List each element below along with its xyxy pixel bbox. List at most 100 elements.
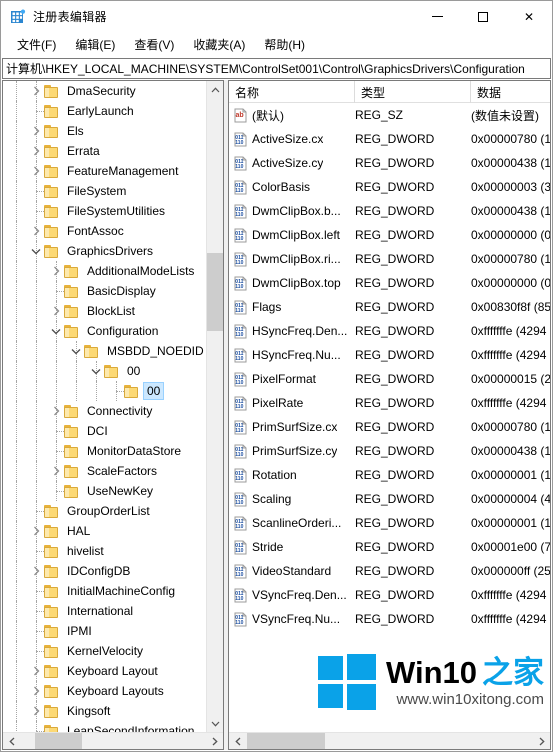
value-row[interactable]: 011 110 PrimSurfSize.cx REG_DWORD 0x00000780… — [229, 415, 550, 439]
value-row[interactable]: 011 110 DwmClipBox.b... REG_DWORD 0x00000438… — [229, 199, 550, 223]
tree-node-grouporderlist[interactable]: GroupOrderList — [3, 501, 206, 521]
tree-node-00[interactable]: 00 — [3, 361, 206, 381]
tree-node-scalefactors[interactable]: ScaleFactors — [3, 461, 206, 481]
tree-node-graphicsdrivers[interactable]: GraphicsDrivers — [3, 241, 206, 261]
value-row[interactable]: 011 110 VSyncFreq.Den... REG_DWORD 0xfffffff… — [229, 583, 550, 607]
values-scroll-right-button[interactable] — [533, 733, 550, 749]
tree-hscroll-thumb[interactable] — [35, 733, 82, 749]
tree-expand-chevron-right-icon[interactable] — [28, 123, 44, 139]
tree-node-featuremanagement[interactable]: FeatureManagement — [3, 161, 206, 181]
tree-node-connectivity[interactable]: Connectivity — [3, 401, 206, 421]
value-row[interactable]: 011 110 ScanlineOrderi... REG_DWORD 0x000000… — [229, 511, 550, 535]
tree-expand-chevron-right-icon[interactable] — [48, 463, 64, 479]
value-row[interactable]: 011 110 PixelFormat REG_DWORD 0x00000015 (2 — [229, 367, 550, 391]
value-row[interactable]: 011 110 DwmClipBox.top REG_DWORD 0x00000000 … — [229, 271, 550, 295]
value-row[interactable]: 011 110 PrimSurfSize.cy REG_DWORD 0x00000438… — [229, 439, 550, 463]
value-row[interactable]: 011 110 ColorBasis REG_DWORD 0x00000003 (3 — [229, 175, 550, 199]
tree-node-errata[interactable]: Errata — [3, 141, 206, 161]
tree-collapse-chevron-down-icon[interactable] — [68, 343, 84, 359]
column-header-type[interactable]: 类型 — [355, 81, 471, 103]
close-button[interactable]: ✕ — [506, 1, 552, 32]
tree-node-blocklist[interactable]: BlockList — [3, 301, 206, 321]
tree-node-filesystem[interactable]: FileSystem — [3, 181, 206, 201]
tree-list[interactable]: DmaSecurity EarlyLaunch Els Errata FeatureMa… — [3, 81, 206, 732]
tree-scroll-up-button[interactable] — [207, 81, 223, 98]
tree-node-kernelvelocity[interactable]: KernelVelocity — [3, 641, 206, 661]
tree-expand-chevron-right-icon[interactable] — [28, 703, 44, 719]
tree-scroll-thumb[interactable] — [207, 253, 223, 331]
value-row[interactable]: 011 110 Rotation REG_DWORD 0x00000001 (1 — [229, 463, 550, 487]
value-row[interactable]: 011 110 HSyncFreq.Nu... REG_DWORD 0xfffffffe… — [229, 343, 550, 367]
tree-expand-chevron-right-icon[interactable] — [28, 683, 44, 699]
value-row[interactable]: 011 110 Flags REG_DWORD 0x00830f8f (85 — [229, 295, 550, 319]
tree-expand-chevron-right-icon[interactable] — [28, 83, 44, 99]
value-row[interactable]: 011 110 VSyncFreq.Nu... REG_DWORD 0xfffffffe… — [229, 607, 550, 631]
tree-scroll-down-button[interactable] — [207, 715, 223, 732]
tree-scroll-left-button[interactable] — [3, 733, 20, 749]
value-row[interactable]: ab (默认) REG_SZ (数值未设置) — [229, 103, 550, 127]
value-row[interactable]: 011 110 Stride REG_DWORD 0x00001e00 (7 — [229, 535, 550, 559]
address-bar[interactable]: 计算机\HKEY_LOCAL_MACHINE\SYSTEM\ControlSet… — [2, 58, 551, 79]
tree-node-dci[interactable]: DCI — [3, 421, 206, 441]
tree-node-ipmi[interactable]: IPMI — [3, 621, 206, 641]
value-row[interactable]: 011 110 PixelRate REG_DWORD 0xfffffffe (4294 — [229, 391, 550, 415]
value-row[interactable]: 011 110 DwmClipBox.ri... REG_DWORD 0x0000078… — [229, 247, 550, 271]
value-row[interactable]: 011 110 DwmClipBox.left REG_DWORD 0x00000000… — [229, 223, 550, 247]
tree-collapse-chevron-down-icon[interactable] — [88, 363, 104, 379]
tree-expand-chevron-right-icon[interactable] — [48, 403, 64, 419]
tree-collapse-chevron-down-icon[interactable] — [48, 323, 64, 339]
tree-node-fontassoc[interactable]: FontAssoc — [3, 221, 206, 241]
value-row[interactable]: 011 110 VideoStandard REG_DWORD 0x000000ff (… — [229, 559, 550, 583]
value-row[interactable]: 011 110 Scaling REG_DWORD 0x00000004 (4 — [229, 487, 550, 511]
tree-node-keyboard-layout[interactable]: Keyboard Layout — [3, 661, 206, 681]
tree-node-basicdisplay[interactable]: BasicDisplay — [3, 281, 206, 301]
maximize-button[interactable] — [460, 1, 506, 32]
tree-node-msbdd-noedid[interactable]: MSBDD_NOEDID — [3, 341, 206, 361]
menu-favorites[interactable]: 收藏夹(A) — [184, 33, 255, 57]
column-header-data[interactable]: 数据 — [471, 81, 550, 103]
tree-expand-chevron-right-icon[interactable] — [48, 263, 64, 279]
menu-help[interactable]: 帮助(H) — [255, 33, 315, 57]
tree-expand-chevron-right-icon[interactable] — [28, 563, 44, 579]
tree-node-hivelist[interactable]: hivelist — [3, 541, 206, 561]
menu-file[interactable]: 文件(F) — [8, 33, 66, 57]
dword-value-icon: 011 110 — [233, 516, 248, 531]
tree-expand-chevron-right-icon[interactable] — [28, 523, 44, 539]
tree-node-initialmachineconfig[interactable]: InitialMachineConfig — [3, 581, 206, 601]
tree-horizontal-scrollbar[interactable] — [3, 732, 223, 749]
tree-node-kingsoft[interactable]: Kingsoft — [3, 701, 206, 721]
tree-expand-chevron-right-icon[interactable] — [28, 223, 44, 239]
tree-scroll-right-button[interactable] — [206, 733, 223, 749]
tree-node-dmasecurity[interactable]: DmaSecurity — [3, 81, 206, 101]
menu-view[interactable]: 查看(V) — [125, 33, 184, 57]
tree-node-keyboard-layouts[interactable]: Keyboard Layouts — [3, 681, 206, 701]
tree-node-00[interactable]: 00 — [3, 381, 206, 401]
values-scroll-left-button[interactable] — [229, 733, 246, 749]
tree-node-international[interactable]: International — [3, 601, 206, 621]
values-horizontal-scrollbar[interactable] — [229, 732, 550, 749]
tree-node-filesystemutilities[interactable]: FileSystemUtilities — [3, 201, 206, 221]
tree-node-additionalmodelists[interactable]: AdditionalModeLists — [3, 261, 206, 281]
value-row[interactable]: 011 110 ActiveSize.cx REG_DWORD 0x00000780 (… — [229, 127, 550, 151]
values-hscroll-thumb[interactable] — [247, 733, 325, 749]
tree-node-usenewkey[interactable]: UseNewKey — [3, 481, 206, 501]
tree-expand-chevron-right-icon[interactable] — [28, 163, 44, 179]
tree-node-leapsecondinformation[interactable]: LeapSecondInformation — [3, 721, 206, 732]
tree-node-idconfigdb[interactable]: IDConfigDB — [3, 561, 206, 581]
tree-node-els[interactable]: Els — [3, 121, 206, 141]
tree-collapse-chevron-down-icon[interactable] — [28, 243, 44, 259]
column-header-name[interactable]: 名称 — [229, 81, 355, 103]
menu-edit[interactable]: 编辑(E) — [66, 33, 125, 57]
tree-expand-chevron-right-icon[interactable] — [28, 663, 44, 679]
tree-vertical-scrollbar[interactable] — [206, 81, 223, 732]
minimize-button[interactable] — [414, 1, 460, 32]
tree-node-monitordatastore[interactable]: MonitorDataStore — [3, 441, 206, 461]
tree-expand-chevron-right-icon[interactable] — [48, 303, 64, 319]
value-row[interactable]: 011 110 ActiveSize.cy REG_DWORD 0x00000438 (… — [229, 151, 550, 175]
tree-node-configuration[interactable]: Configuration — [3, 321, 206, 341]
tree-node-hal[interactable]: HAL — [3, 521, 206, 541]
values-list[interactable]: ab (默认) REG_SZ (数值未设置) 011 110 ActiveSize.cx RE… — [229, 103, 550, 732]
tree-expand-chevron-right-icon[interactable] — [28, 143, 44, 159]
value-row[interactable]: 011 110 HSyncFreq.Den... REG_DWORD 0xfffffff… — [229, 319, 550, 343]
tree-node-earlylaunch[interactable]: EarlyLaunch — [3, 101, 206, 121]
